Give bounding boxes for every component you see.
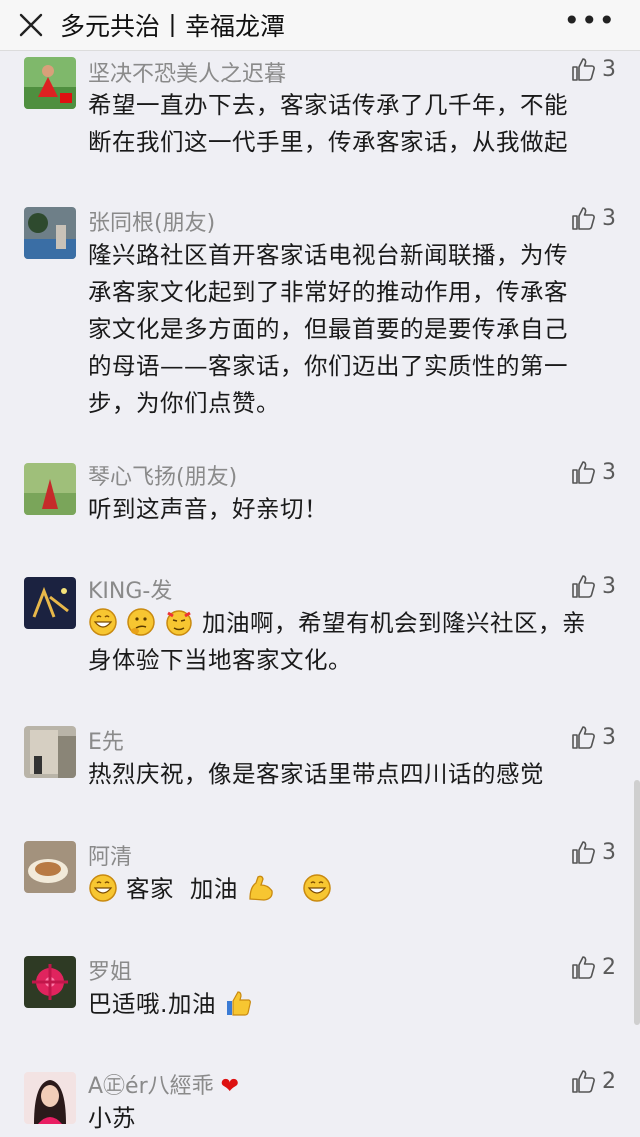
like-button[interactable]: 2 (570, 954, 616, 980)
like-button[interactable]: 3 (570, 459, 616, 485)
comment-line-text: 客家 加油 (125, 875, 238, 903)
comment-text: 巴适哦.加油 (88, 986, 608, 1023)
comment-line: 身体验下当地客家文化。 (88, 646, 352, 674)
flexed-biceps-emoji-icon (249, 875, 273, 901)
avatar[interactable] (24, 726, 76, 778)
like-count: 3 (602, 205, 616, 231)
thinking-emoji-icon (127, 608, 155, 636)
avatar[interactable] (24, 57, 76, 109)
like-button[interactable]: 3 (570, 839, 616, 865)
avatar[interactable] (24, 207, 76, 259)
comment-line: 热烈庆祝，像是客家话里带点四川话的感觉 (88, 760, 544, 788)
thumbs-up-icon (572, 575, 595, 598)
avatar[interactable] (24, 1072, 76, 1124)
kiss-emoji-icon: ❤ (220, 1074, 240, 1099)
like-button[interactable]: 2 (570, 1068, 616, 1094)
grin-emoji-icon (89, 608, 117, 636)
avatar[interactable] (24, 577, 76, 629)
comment-line: 加油啊，希望有机会到隆兴社区，亲 (88, 605, 608, 642)
grin-emoji-icon (89, 874, 117, 902)
comment-line: 断在我们这一代手里，传承客家话，从我做起 (88, 128, 568, 156)
scrollbar[interactable] (634, 780, 640, 1025)
like-count: 3 (602, 839, 616, 865)
commenter-name: 坚决不恐美人之迟暮 (88, 62, 287, 87)
commenter-name: E先 (88, 730, 124, 755)
avatar[interactable] (24, 841, 76, 893)
thumbs-up-icon (572, 207, 595, 230)
comment-text: 听到这声音，好亲切！ (88, 491, 608, 528)
comment-text: 客家 加油 (88, 871, 608, 908)
thumbs-up-icon (572, 1070, 595, 1093)
comment-line: 隆兴路社区首开客家话电视台新闻联播，为传 (88, 241, 568, 269)
avatar[interactable] (24, 956, 76, 1008)
page-title: 多元共治丨幸福龙潭 (60, 12, 286, 41)
like-count: 3 (602, 724, 616, 750)
comment-text: 隆兴路社区首开客家话电视台新闻联播，为传 承客家文化起到了非常好的推动作用，传承… (88, 237, 608, 422)
comment-line: 家文化是多方面的，但最首要的是要传承自己 (88, 315, 568, 343)
like-count: 2 (602, 1068, 616, 1094)
like-count: 3 (602, 56, 616, 82)
comment-text: 热烈庆祝，像是客家话里带点四川话的感觉 (88, 756, 608, 793)
thumbs-up-icon (572, 58, 595, 81)
like-count: 3 (602, 459, 616, 485)
thumbs-up-icon (572, 726, 595, 749)
avatar[interactable] (24, 463, 76, 515)
comment-line: 希望一直办下去，客家话传承了几千年，不能 (88, 91, 568, 119)
comment-line: 巴适哦.加油 (88, 986, 608, 1023)
commenter-name: 张同根(朋友) (88, 211, 216, 236)
thumbs-up-icon (572, 841, 595, 864)
devil-emoji-icon (166, 610, 192, 636)
commenter-name: 罗姐 (88, 960, 133, 985)
comment-line: 步，为你们点赞。 (88, 389, 280, 417)
thumbs-up-icon (572, 956, 595, 979)
like-count: 3 (602, 573, 616, 599)
commenter-name: 琴心飞扬(朋友) (88, 465, 238, 490)
close-button[interactable] (6, 0, 56, 50)
comment-line: 客家 加油 (88, 871, 608, 908)
commenter-name: A㊣ér八經乖 ❤ (88, 1068, 239, 1100)
commenter-name-text: A㊣ér八經乖 (88, 1074, 214, 1099)
comment-text: 加油啊，希望有机会到隆兴社区，亲 身体验下当地客家文化。 (88, 605, 608, 679)
top-bar: 多元共治丨幸福龙潭 ••• (0, 0, 640, 51)
comment-line-text: 巴适哦.加油 (88, 990, 216, 1018)
like-count: 2 (602, 954, 616, 980)
commenter-name: KING-发 (88, 579, 173, 604)
comment-text: 小苏 (88, 1100, 608, 1137)
more-button[interactable]: ••• (563, 7, 616, 35)
comment-line: 小苏 (88, 1104, 136, 1132)
thumbs-up-icon (572, 461, 595, 484)
like-button[interactable]: 3 (570, 724, 616, 750)
comment-line: 承客家文化起到了非常好的推动作用，传承客 (88, 278, 568, 306)
like-button[interactable]: 3 (570, 573, 616, 599)
like-button[interactable]: 3 (570, 205, 616, 231)
grin-emoji-icon (303, 874, 331, 902)
comment-line: 听到这声音，好亲切！ (88, 495, 328, 523)
comment-line: 的母语——客家话，你们迈出了实质性的第一 (88, 352, 568, 380)
close-icon (19, 13, 43, 37)
like-button[interactable]: 3 (570, 56, 616, 82)
comment-text: 希望一直办下去，客家话传承了几千年，不能 断在我们这一代手里，传承客家话，从我做… (88, 87, 608, 161)
commenter-name: 阿清 (88, 845, 133, 870)
thumbs-up-emoji-icon (226, 991, 251, 1016)
comment-line-text: 加油啊，希望有机会到隆兴社区，亲 (201, 609, 586, 637)
